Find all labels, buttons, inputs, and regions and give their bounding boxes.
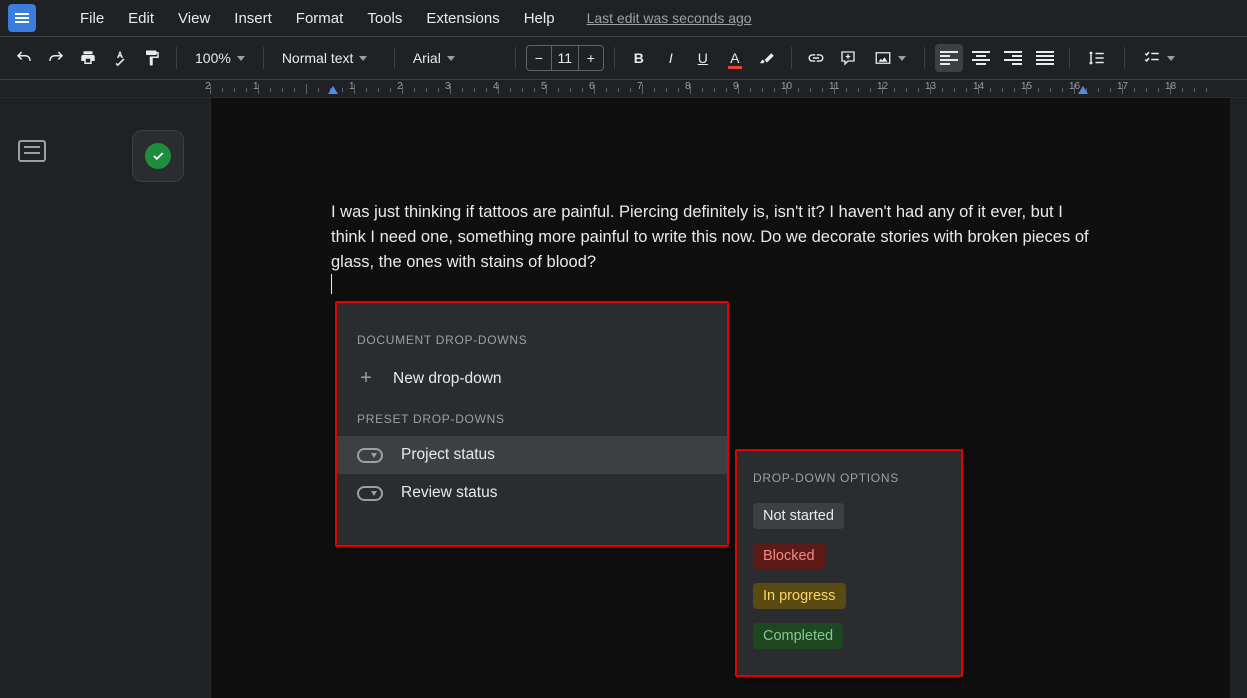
align-left-button[interactable] (935, 44, 963, 72)
underline-button[interactable]: U (689, 44, 717, 72)
caret-down-icon (447, 56, 455, 61)
horizontal-ruler[interactable]: 21123456789101112131415161718 (0, 80, 1247, 98)
align-justify-button[interactable] (1031, 44, 1059, 72)
menu-view[interactable]: View (168, 4, 220, 33)
caret-down-icon (237, 56, 245, 61)
dropdown-options-panel: Drop-down options Not started Blocked In… (735, 449, 963, 677)
preset-label: Review status (401, 484, 497, 502)
new-dropdown-label: New drop-down (393, 370, 502, 388)
document-outline-icon[interactable] (18, 140, 46, 162)
paragraph-style-select[interactable]: Normal text (274, 44, 384, 72)
menu-format[interactable]: Format (286, 4, 354, 33)
font-size-control: − 11 + (526, 45, 604, 71)
menu-bar: File Edit View Insert Format Tools Exten… (0, 0, 1247, 36)
dropdown-chip-icon (357, 448, 383, 463)
preset-dropdowns-label: Preset drop-downs (337, 400, 727, 436)
redo-button[interactable] (42, 44, 70, 72)
last-edit-link[interactable]: Last edit was seconds ago (587, 10, 752, 26)
suggestion-check-bubble[interactable] (132, 130, 184, 182)
font-size-value[interactable]: 11 (551, 46, 579, 70)
align-right-button[interactable] (999, 44, 1027, 72)
menu-file[interactable]: File (70, 4, 114, 33)
preset-project-status[interactable]: Project status (337, 436, 727, 474)
option-completed[interactable]: Completed (753, 623, 843, 649)
dropdown-insert-panel: Document drop-downs + New drop-down Pres… (335, 301, 729, 547)
plus-icon: + (357, 367, 375, 390)
menu-help[interactable]: Help (514, 4, 565, 33)
print-button[interactable] (74, 44, 102, 72)
toolbar: 100% Normal text Arial − 11 + B I U A (0, 36, 1247, 80)
text-color-button[interactable]: A (721, 44, 749, 72)
font-select[interactable]: Arial (405, 44, 505, 72)
spellcheck-button[interactable] (106, 44, 134, 72)
check-icon (145, 143, 171, 169)
add-comment-button[interactable] (834, 44, 862, 72)
menu-insert[interactable]: Insert (224, 4, 282, 33)
new-dropdown-item[interactable]: + New drop-down (337, 357, 727, 400)
font-size-decrease[interactable]: − (527, 50, 551, 66)
italic-button[interactable]: I (657, 44, 685, 72)
dropdown-chip-icon (357, 486, 383, 501)
paint-format-button[interactable] (138, 44, 166, 72)
insert-link-button[interactable] (802, 44, 830, 72)
preset-review-status[interactable]: Review status (337, 474, 727, 512)
menu-extensions[interactable]: Extensions (416, 4, 509, 33)
menu-tools[interactable]: Tools (357, 4, 412, 33)
document-dropdowns-label: Document drop-downs (337, 321, 727, 357)
checklist-button[interactable] (1135, 44, 1183, 72)
right-indent-marker[interactable] (1078, 86, 1088, 94)
dropdown-options-label: Drop-down options (753, 471, 945, 485)
left-rail (0, 98, 64, 698)
caret-down-icon (1167, 56, 1175, 61)
align-center-button[interactable] (967, 44, 995, 72)
option-blocked[interactable]: Blocked (753, 543, 825, 569)
caret-down-icon (359, 56, 367, 61)
caret-down-icon (898, 56, 906, 61)
option-not-started[interactable]: Not started (753, 503, 844, 529)
document-body-text[interactable]: I was just thinking if tattoos are painf… (331, 200, 1091, 274)
option-in-progress[interactable]: In progress (753, 583, 846, 609)
undo-button[interactable] (10, 44, 38, 72)
zoom-value: 100% (195, 50, 231, 66)
paragraph-style-value: Normal text (282, 50, 354, 66)
bold-button[interactable]: B (625, 44, 653, 72)
zoom-select[interactable]: 100% (187, 44, 253, 72)
gutter (64, 98, 210, 698)
menu-edit[interactable]: Edit (118, 4, 164, 33)
insert-image-button[interactable] (866, 44, 914, 72)
text-cursor (331, 274, 332, 294)
line-spacing-button[interactable] (1080, 44, 1114, 72)
highlight-button[interactable] (753, 44, 781, 72)
text-color-indicator (728, 66, 742, 69)
font-value: Arial (413, 50, 441, 66)
preset-label: Project status (401, 446, 495, 464)
left-indent-marker[interactable] (328, 86, 338, 94)
docs-app-icon[interactable] (8, 4, 36, 32)
font-size-increase[interactable]: + (579, 50, 603, 66)
